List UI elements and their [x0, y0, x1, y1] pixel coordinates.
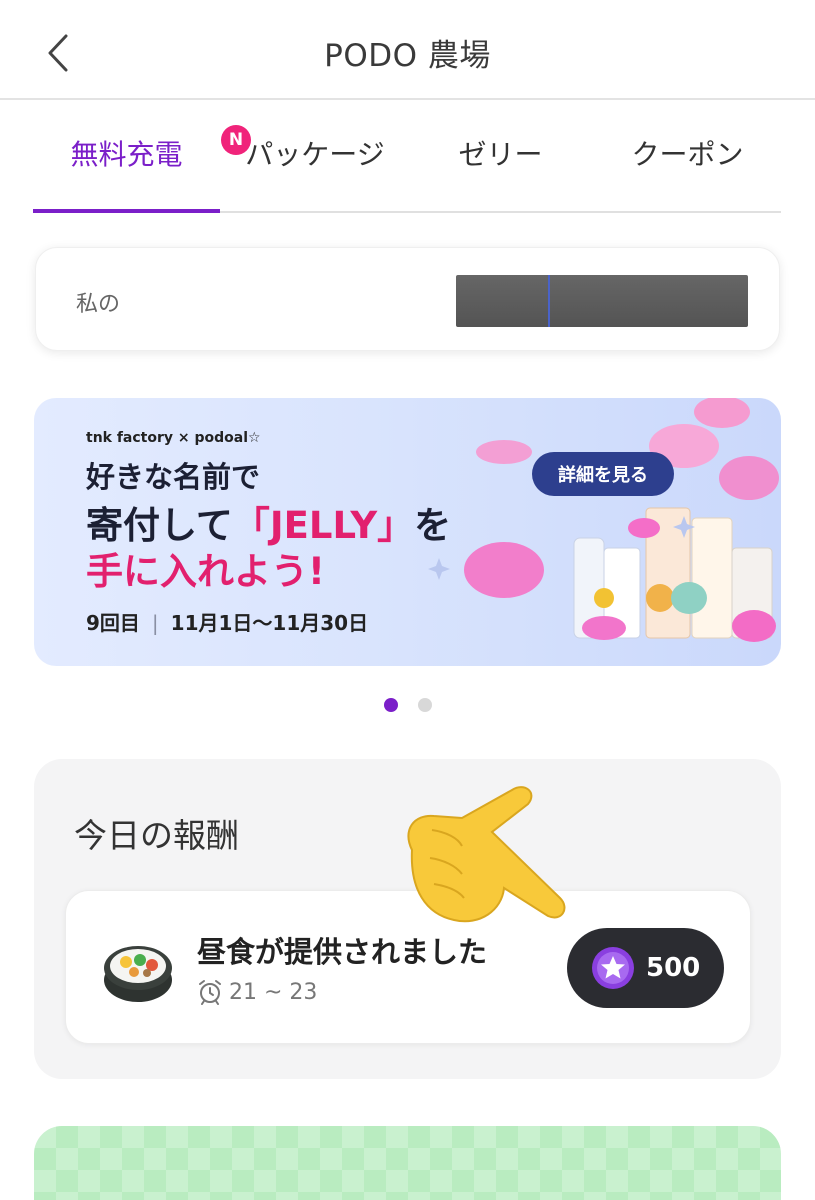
banner-headline-3: 手に入れよう! — [86, 550, 325, 593]
my-balance-card[interactable]: 私の — [35, 247, 780, 351]
section-title: 今日の報酬 — [74, 816, 239, 855]
details-button[interactable]: 詳細を見る — [532, 452, 674, 496]
tab-bar: 無料充電 N パッケージ ゼリー クーポン — [33, 100, 781, 213]
banner-meta: 9回目 | 11月1日〜11月30日 — [86, 611, 369, 635]
reward-item-time: 21 ~ 23 — [197, 979, 317, 1005]
app-header: PODO 農場 — [0, 0, 815, 100]
banner-period: 11月1日〜11月30日 — [170, 611, 369, 635]
tab-free-charge[interactable]: 無料充電 — [33, 100, 220, 211]
alarm-clock-icon — [199, 980, 221, 1005]
tab-label: パッケージ — [245, 138, 385, 172]
next-section-card — [34, 1126, 781, 1200]
redacted-value — [456, 275, 748, 327]
tab-label: 無料充電 — [70, 138, 183, 172]
tab-coupon[interactable]: クーポン — [594, 100, 781, 211]
banner-text: を — [414, 504, 452, 547]
banner-illustration — [428, 398, 779, 642]
kimbap-icon — [104, 946, 172, 1002]
page-title: PODO 農場 — [324, 38, 491, 74]
tab-package[interactable]: パッケージ — [245, 100, 385, 211]
claim-reward-button[interactable]: 500 — [567, 928, 724, 1008]
active-tab-indicator — [33, 209, 220, 213]
reward-amount: 500 — [646, 953, 701, 983]
banner-headline-1: 好きな名前で — [86, 460, 261, 494]
reward-time-range: 21 ~ 23 — [229, 979, 318, 1005]
carousel-pager — [0, 698, 815, 712]
banner-round: 9回目 — [86, 611, 140, 635]
tab-label: ゼリー — [458, 138, 543, 172]
pager-dot[interactable] — [417, 698, 432, 712]
pager-dot-active[interactable] — [383, 698, 398, 712]
pointing-hand-icon — [407, 786, 566, 923]
tab-jelly[interactable]: ゼリー — [407, 100, 594, 211]
my-balance-label: 私の — [76, 292, 121, 317]
reward-item-title: 昼食が提供されました — [197, 935, 488, 969]
star-coin-icon — [592, 947, 634, 989]
banner-brand: tnk factory × podoal☆ — [86, 430, 261, 446]
promo-banner[interactable]: tnk factory × podoal☆ 好きな名前で 寄付して「JELLY」… — [34, 398, 781, 666]
tab-label: クーポン — [631, 138, 744, 172]
